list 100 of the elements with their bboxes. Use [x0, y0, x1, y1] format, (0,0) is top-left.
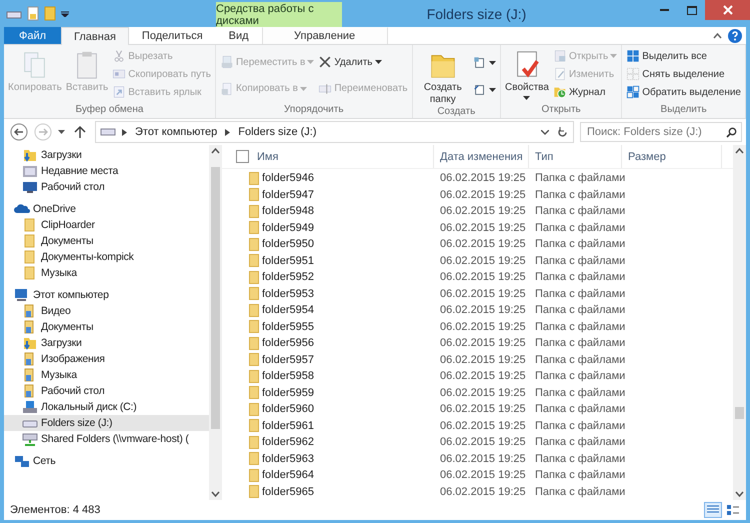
- file-name[interactable]: folder5947: [262, 188, 314, 201]
- date-cell: 06.02.2015 19:25: [440, 188, 526, 201]
- ribbon-tab[interactable]: Главная: [61, 27, 129, 45]
- chevron-icon[interactable]: [225, 128, 230, 136]
- back-button[interactable]: [10, 123, 28, 141]
- column-header[interactable]: Имя: [222, 145, 434, 168]
- ribbon-button[interactable]: Обратить выделение: [625, 83, 742, 101]
- type-cell: Папка с файлами: [535, 205, 626, 218]
- help-icon[interactable]: [728, 28, 742, 42]
- copy-to-icon: [220, 82, 234, 96]
- file-name[interactable]: folder5946: [262, 172, 314, 184]
- file-name[interactable]: folder5959: [262, 386, 314, 399]
- nav-item[interactable]: Музыка: [4, 265, 209, 281]
- scissors-icon: [112, 49, 126, 63]
- file-name[interactable]: folder5960: [262, 403, 314, 416]
- file-name[interactable]: folder5958: [262, 370, 314, 382]
- file-name[interactable]: folder5948: [262, 205, 314, 218]
- collapse-icon[interactable]: [713, 32, 722, 38]
- column-header[interactable]: Тип: [529, 145, 622, 168]
- column-header[interactable]: Дата изменения: [434, 145, 529, 168]
- contextual-tab-header: Средства работы с дисками: [216, 2, 342, 27]
- ribbon-button[interactable]: Удалить: [317, 53, 409, 72]
- scrollbar[interactable]: [733, 145, 746, 500]
- file-name[interactable]: folder5949: [262, 222, 314, 234]
- file-name[interactable]: folder5954: [262, 304, 314, 316]
- nav-item[interactable]: OneDrive: [4, 201, 209, 217]
- close-button[interactable]: [705, 0, 750, 20]
- ribbon-button[interactable]: Выделить все: [625, 47, 742, 65]
- nav-item[interactable]: Изображения: [4, 351, 209, 367]
- close-icon: [722, 5, 732, 15]
- type-cell: Папка с файлами: [535, 354, 626, 366]
- date-cell: 06.02.2015 19:25: [440, 436, 526, 448]
- refresh-icon[interactable]: [557, 126, 568, 138]
- file-name[interactable]: folder5963: [262, 452, 314, 465]
- caret-icon[interactable]: [61, 10, 69, 16]
- group-label: Буфер обмена: [74, 104, 144, 117]
- file-name[interactable]: folder5950: [262, 238, 314, 250]
- maximize-icon: [686, 6, 696, 14]
- nav-item[interactable]: Документы-kompick: [4, 249, 209, 265]
- scrollbar[interactable]: [209, 145, 222, 500]
- select-all-checkbox[interactable]: [236, 150, 249, 163]
- address-bar[interactable]: Этот компьютер Folders size (J:): [95, 121, 574, 143]
- type-cell: Папка с файлами: [535, 337, 626, 350]
- nav-item[interactable]: Документы: [4, 233, 209, 249]
- search-field[interactable]: Поиск: Folders size (J:): [580, 122, 742, 142]
- ribbon-button[interactable]: Создать папку: [416, 47, 470, 106]
- nav-item[interactable]: Shared Folders (\\vmware-host) (: [4, 431, 209, 447]
- caret-icon[interactable]: [541, 130, 549, 134]
- nav-item[interactable]: Этот компьютер: [4, 287, 209, 303]
- file-name[interactable]: folder5953: [262, 288, 314, 300]
- nav-item[interactable]: ClipHoarder: [4, 217, 209, 233]
- caret-icon[interactable]: [58, 130, 65, 134]
- rename-icon: [318, 82, 332, 96]
- date-cell: 06.02.2015 19:25: [440, 403, 526, 416]
- type-cell: Папка с файлами: [535, 271, 626, 284]
- ribbon-button[interactable]: Свойства: [504, 47, 550, 100]
- nav-item[interactable]: Folders size (J:): [4, 415, 209, 431]
- breadcrumb[interactable]: Folders size (J:): [236, 126, 319, 138]
- file-name[interactable]: folder5965: [262, 486, 314, 498]
- ribbon-tab[interactable]: Управление: [262, 27, 388, 44]
- date-cell: 06.02.2015 19:25: [440, 354, 526, 366]
- ribbon-tab[interactable]: Файл: [4, 27, 62, 44]
- file-name[interactable]: folder5955: [262, 320, 314, 333]
- file-name[interactable]: folder5951: [262, 254, 314, 267]
- nav-item[interactable]: Рабочий стол: [4, 179, 209, 195]
- file-name[interactable]: folder5952: [262, 271, 314, 284]
- ribbon-tab[interactable]: Вид: [216, 27, 262, 44]
- nav-item[interactable]: Сеть: [4, 453, 209, 469]
- date-cell: 06.02.2015 19:25: [440, 420, 526, 432]
- file-name[interactable]: folder5957: [262, 354, 314, 366]
- list-icon: [707, 505, 719, 515]
- scroll-thumb[interactable]: [735, 407, 744, 419]
- breadcrumb[interactable]: Этот компьютер: [133, 126, 220, 138]
- nav-item[interactable]: Локальный диск (C:): [4, 399, 209, 415]
- ribbon-tab[interactable]: Поделиться: [128, 27, 216, 44]
- details-view-button[interactable]: [704, 502, 722, 518]
- nav-item[interactable]: Видео: [4, 303, 209, 319]
- file-name[interactable]: folder5956: [262, 337, 314, 350]
- scroll-thumb[interactable]: [211, 167, 220, 429]
- type-cell: Папка с файлами: [535, 469, 626, 482]
- tiles-view-button[interactable]: [724, 502, 742, 518]
- type-cell: Папка с файлами: [535, 436, 626, 448]
- ribbon-button[interactable]: Журнал: [552, 83, 618, 101]
- file-name[interactable]: folder5962: [262, 436, 314, 448]
- date-cell: 06.02.2015 19:25: [440, 271, 526, 284]
- chevron-icon[interactable]: [122, 128, 127, 136]
- column-header[interactable]: Размер: [622, 145, 722, 168]
- nav-item[interactable]: Документы: [4, 319, 209, 335]
- date-cell: 06.02.2015 19:25: [440, 370, 526, 382]
- nav-item[interactable]: Загрузки: [4, 335, 209, 351]
- page-icon[interactable]: [27, 6, 39, 21]
- ribbon-button[interactable]: Снять выделение: [625, 65, 742, 83]
- file-name[interactable]: folder5961: [262, 420, 314, 432]
- nav-item[interactable]: Недавние места: [4, 163, 209, 179]
- folder-arrow-icon: [22, 147, 38, 163]
- nav-item[interactable]: Рабочий стол: [4, 383, 209, 399]
- nav-item[interactable]: Загрузки: [4, 147, 209, 163]
- file-name[interactable]: folder5964: [262, 469, 314, 482]
- disk-icon: [22, 399, 38, 415]
- nav-item[interactable]: Музыка: [4, 367, 209, 383]
